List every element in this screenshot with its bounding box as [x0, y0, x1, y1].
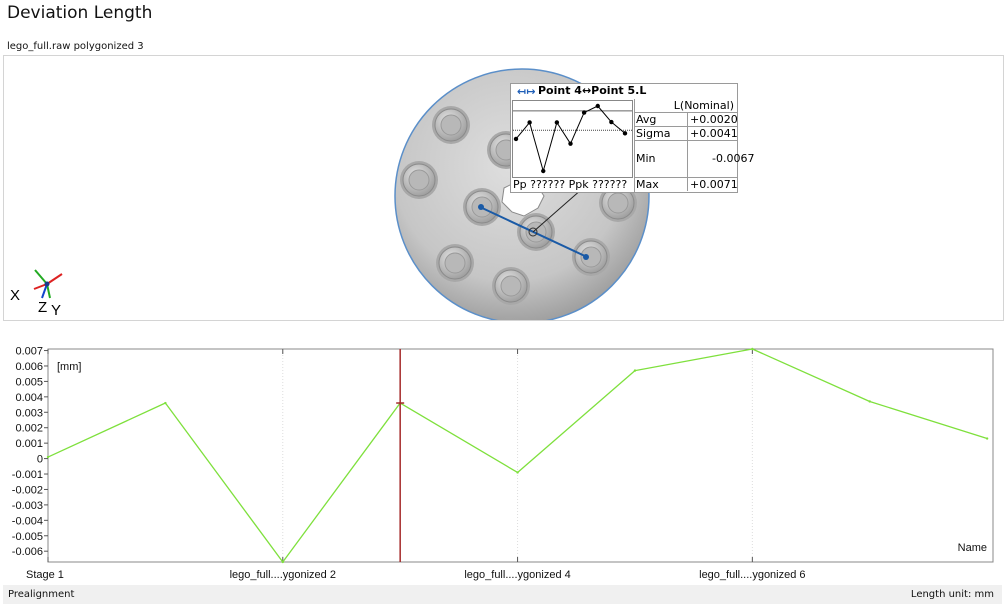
y-tick-label: 0.002: [15, 423, 43, 435]
deviation-info-box[interactable]: ↤↦ Point 4↔Point 5.L Pp ?????? Ppk ?????…: [510, 83, 754, 193]
3d-viewport[interactable]: X Z Y ↤↦ Point 4↔Point 5.L Pp ?????? Ppk…: [3, 55, 1004, 321]
x-tick-label: lego_full....ygonized 4: [464, 569, 570, 581]
stud-logo: [607, 192, 629, 214]
data-point[interactable]: [516, 471, 519, 474]
stud-logo: [408, 169, 430, 191]
x-axis-name: Name: [958, 542, 987, 554]
y-tick-label: 0: [37, 454, 43, 466]
model-render[interactable]: X Z Y: [4, 56, 1003, 320]
measure-point-4[interactable]: [478, 204, 484, 210]
y-tick-label: -0.004: [12, 515, 43, 527]
y-tick-label: -0.005: [12, 531, 43, 543]
stud-logo: [440, 114, 462, 136]
y-tick-label: 0.006: [15, 361, 43, 373]
stat-value: +0.0071: [687, 178, 738, 191]
deviation-chart[interactable]: 0.007 0.006 0.005 0.004 0.003 0.002 0.001 0 -0.0…: [0, 340, 1006, 584]
y-tick-label: 0.004: [15, 392, 43, 404]
stud-logo: [500, 275, 522, 297]
stats-header-row: L(Nominal): [635, 99, 738, 113]
stats-table: L(Nominal) Avg +0.0020 Sigma +0.0041 Min…: [634, 99, 754, 192]
y-tick-label: -0.006: [12, 546, 43, 558]
axis-y-label: Y: [51, 302, 61, 319]
spark-point: [595, 103, 600, 109]
y-tick-label: -0.002: [12, 484, 43, 496]
spark-segment: [583, 105, 598, 114]
data-point[interactable]: [751, 347, 754, 351]
spark-segment: [611, 121, 626, 134]
axis-z-label: Z: [38, 299, 47, 316]
stats-column-header: L(Nominal): [673, 99, 734, 112]
data-point[interactable]: [633, 369, 637, 372]
spark-point: [541, 168, 546, 174]
measure-point-5[interactable]: [583, 254, 589, 260]
spark-point: [581, 110, 587, 115]
spark-segment: [556, 122, 571, 144]
spark-segment: [529, 122, 544, 172]
y-tick-label: -0.003: [12, 500, 43, 512]
window-title: Deviation Length: [7, 3, 153, 23]
spark-segment: [597, 105, 612, 123]
spark-point: [513, 136, 519, 142]
data-point[interactable]: [46, 455, 50, 459]
stat-label: Min: [636, 152, 656, 165]
spark-point: [622, 131, 628, 136]
stats-row-min: Min -0.0067: [635, 141, 754, 178]
plot-area[interactable]: [47, 348, 994, 563]
stat-min-value: -0.0067: [712, 152, 755, 165]
y-tick-label: -0.001: [12, 469, 43, 481]
stat-label: Max: [636, 178, 659, 191]
spark-segment: [542, 122, 558, 172]
axis-triad: [33, 269, 63, 299]
info-sparkline: [512, 100, 633, 178]
stats-row-max: Max +0.0071: [635, 178, 738, 191]
spark-point: [609, 119, 614, 125]
distance-icon: ↤↦: [517, 85, 536, 98]
view-subtitle: lego_full.raw polygonized 3: [7, 41, 144, 52]
spark-segment: [570, 112, 585, 144]
status-unit: Length unit: mm: [910, 589, 994, 600]
y-tick-label: 0.007: [15, 346, 43, 358]
stat-value: +0.0020: [687, 113, 738, 126]
x-tick-label: lego_full....ygonized 2: [230, 569, 336, 581]
y-tick-label: 0.005: [15, 376, 43, 388]
stats-row-sigma: Sigma +0.0041: [635, 127, 738, 141]
status-bar: Prealignment Length unit: mm: [3, 585, 1002, 604]
spark-point: [554, 120, 560, 125]
x-tick-label: lego_full....ygonized 6: [699, 569, 805, 581]
info-box-title: Point 4↔Point 5.L: [538, 84, 647, 97]
data-point[interactable]: [281, 560, 284, 564]
pp-ppk-values: Pp ?????? Ppk ??????: [513, 178, 628, 191]
axis-x-label: X: [10, 287, 20, 304]
stat-value: -0.0067: [687, 141, 754, 177]
stat-label: Avg: [636, 113, 657, 126]
data-point[interactable]: [868, 400, 871, 403]
spark-point: [527, 120, 532, 125]
stats-row-avg: Avg +0.0020: [635, 113, 738, 127]
data-point[interactable]: [985, 437, 989, 440]
data-point[interactable]: [164, 401, 167, 405]
stat-label: Sigma: [636, 127, 671, 140]
stud-logo: [444, 252, 466, 274]
stat-value: +0.0041: [687, 127, 738, 140]
y-tick-label: 0.001: [15, 438, 43, 450]
y-tick-label: 0.003: [15, 407, 43, 419]
unit-label: [mm]: [57, 361, 81, 373]
status-alignment: Prealignment: [8, 589, 75, 600]
info-box-header[interactable]: ↤↦ Point 4↔Point 5.L: [511, 84, 737, 99]
x-tick-label: Stage 1: [26, 569, 64, 581]
spark-point: [568, 141, 573, 146]
